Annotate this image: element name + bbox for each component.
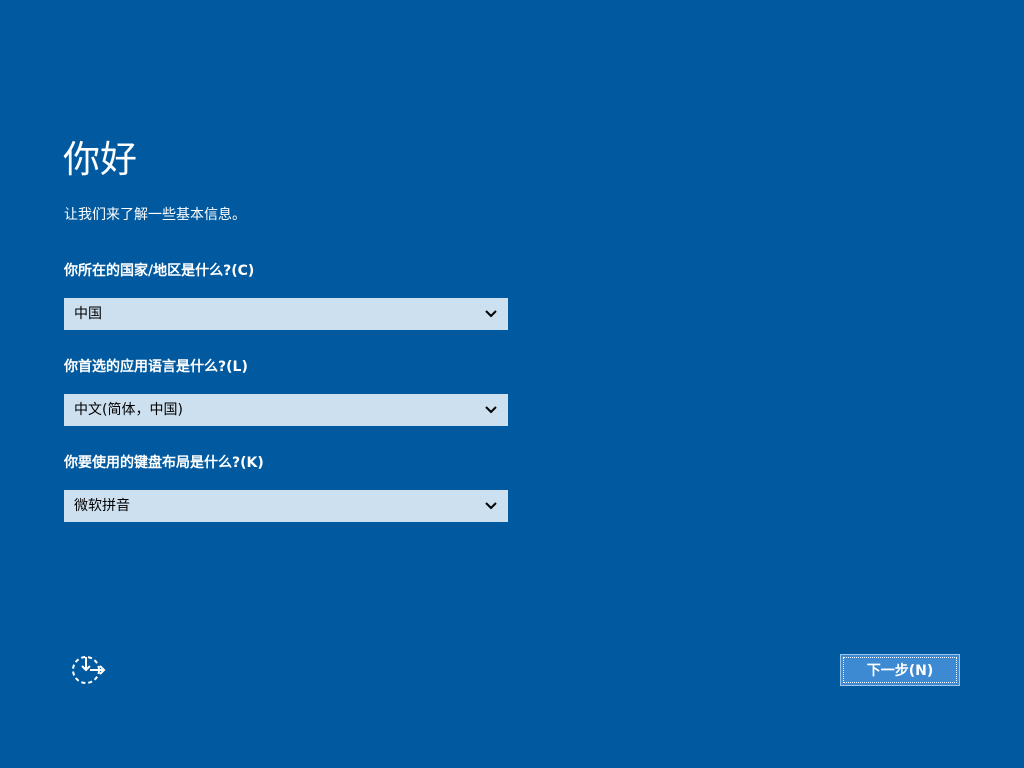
chevron-down-icon — [485, 310, 497, 318]
ease-of-access-icon[interactable] — [70, 654, 106, 686]
keyboard-select[interactable]: 微软拼音 — [64, 490, 508, 522]
page-title: 你好 — [63, 138, 137, 181]
country-select-value: 中国 — [74, 306, 102, 322]
country-question-label: 你所在的国家/地区是什么?(C) — [64, 263, 255, 279]
page-subtitle: 让我们来了解一些基本信息。 — [64, 207, 246, 223]
language-select[interactable]: 中文(简体，中国) — [64, 394, 508, 426]
country-select[interactable]: 中国 — [64, 298, 508, 330]
keyboard-select-value: 微软拼音 — [74, 498, 130, 514]
chevron-down-icon — [485, 406, 497, 414]
chevron-down-icon — [485, 502, 497, 510]
language-question-label: 你首选的应用语言是什么?(L) — [64, 359, 248, 375]
language-select-value: 中文(简体，中国) — [74, 402, 183, 418]
keyboard-question-label: 你要使用的键盘布局是什么?(K) — [64, 455, 264, 471]
next-button[interactable]: 下一步(N) — [840, 654, 960, 686]
